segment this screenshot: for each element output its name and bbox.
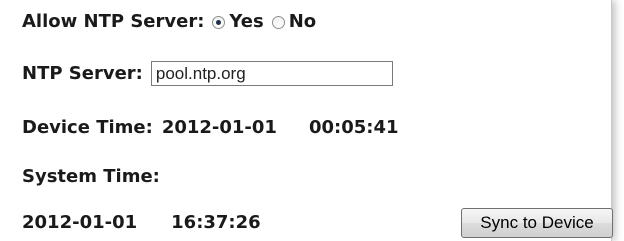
allow-ntp-row: Allow NTP Server: Yes No <box>22 10 316 34</box>
system-time-clock: 16:37:26 <box>171 212 261 233</box>
radio-yes-label[interactable]: Yes <box>229 10 263 34</box>
system-time-value-row: 2012-01-01 16:37:26 <box>22 211 261 235</box>
radio-no-icon[interactable] <box>271 15 285 29</box>
device-time-clock: 00:05:41 <box>308 117 399 138</box>
ntp-server-row: NTP Server: <box>22 61 393 86</box>
sync-to-device-button[interactable]: Sync to Device <box>461 208 613 238</box>
radio-no-label[interactable]: No <box>289 10 316 34</box>
system-time-label: System Time: <box>22 166 160 187</box>
device-time-row: Device Time: 2012-01-01 00:05:41 <box>22 116 399 140</box>
allow-ntp-label: Allow NTP Server: <box>22 11 205 32</box>
system-time-row: System Time: <box>22 165 160 189</box>
ntp-server-label: NTP Server: <box>22 62 143 84</box>
radio-yes-icon[interactable] <box>212 15 226 29</box>
device-time-date: 2012-01-01 <box>161 117 277 138</box>
system-time-date: 2012-01-01 <box>22 212 138 233</box>
device-time-label: Device Time: <box>22 117 153 138</box>
ntp-settings-panel: Allow NTP Server: Yes No NTP Server: Dev… <box>0 0 613 241</box>
ntp-server-input[interactable] <box>150 61 393 86</box>
